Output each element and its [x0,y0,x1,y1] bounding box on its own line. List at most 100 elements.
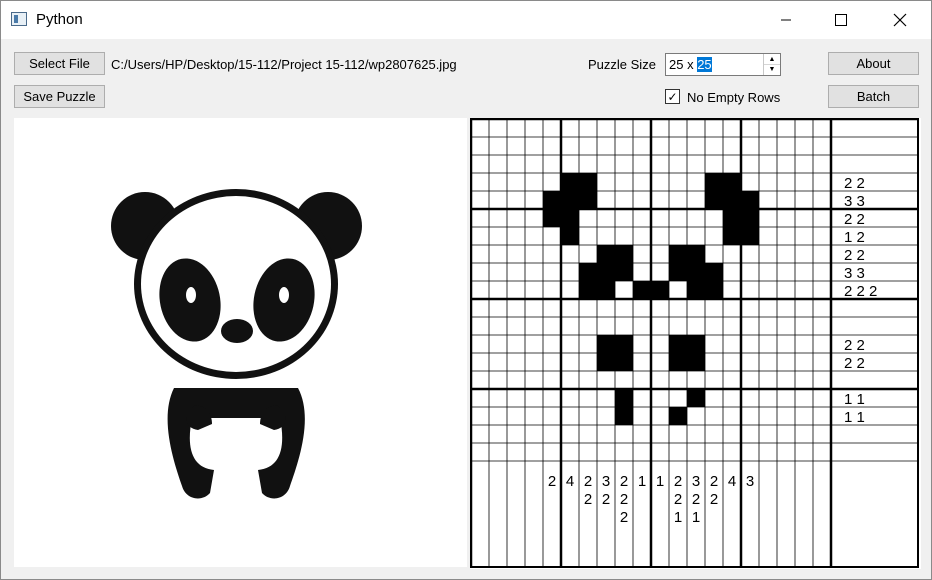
filled-cell[interactable] [669,335,687,353]
select-file-button[interactable]: Select File [14,52,105,75]
filled-cell[interactable] [687,353,705,371]
column-clue: 2 [710,491,718,508]
maximize-button[interactable] [818,1,864,39]
column-clue: 2 [674,491,682,508]
column-clue: 2 [584,473,592,490]
minimize-icon [781,19,791,21]
filled-cell[interactable] [633,281,651,299]
column-clue: 4 [566,473,574,490]
puzzle-grid-panel[interactable]: 2 23 32 21 22 23 32 2 22 22 21 11 124223… [469,117,921,569]
row-clue: 2 2 [844,211,865,228]
row-clue: 1 2 [844,229,865,246]
column-clue: 2 [620,473,628,490]
puzzle-size-label: Puzzle Size [588,57,656,72]
puzzle-size-spinbox[interactable]: 25 x 25 ▲ ▼ [665,53,781,76]
filled-cell[interactable] [561,191,579,209]
filled-cell[interactable] [615,245,633,263]
row-clue: 3 3 [844,193,865,210]
filled-cell[interactable] [543,209,561,227]
filled-cell[interactable] [597,263,615,281]
puzzle-size-value-selected: 25 [697,57,712,72]
filled-cell[interactable] [669,353,687,371]
filled-cell[interactable] [705,263,723,281]
filled-cell[interactable] [597,353,615,371]
filled-cell[interactable] [687,281,705,299]
filled-cell[interactable] [669,263,687,281]
filled-cell[interactable] [651,281,669,299]
filled-cell[interactable] [579,263,597,281]
python-app-icon [11,12,27,26]
column-clue: 4 [728,473,736,490]
maximize-icon [835,14,847,26]
column-clue: 3 [692,473,700,490]
filled-cell[interactable] [543,191,561,209]
column-clue: 3 [602,473,610,490]
filled-cell[interactable] [669,245,687,263]
filled-cell[interactable] [615,389,633,407]
column-clue: 1 [638,473,646,490]
filled-cell[interactable] [615,335,633,353]
filled-cell[interactable] [597,281,615,299]
filled-cell[interactable] [687,245,705,263]
row-clue: 2 2 2 [844,283,877,300]
puzzle-size-value-prefix: 25 x [669,57,698,72]
filled-cell[interactable] [705,281,723,299]
window-title: Python [36,11,83,28]
column-clue: 2 [548,473,556,490]
filled-cell[interactable] [669,407,687,425]
minimize-button[interactable] [763,1,809,39]
filled-cell[interactable] [597,245,615,263]
filled-cell[interactable] [615,263,633,281]
filled-cell[interactable] [705,191,723,209]
close-icon [893,13,907,27]
filled-cell[interactable] [741,227,759,245]
column-clue: 1 [692,509,700,526]
column-clue: 2 [620,509,628,526]
filled-cell[interactable] [579,173,597,191]
column-clue: 2 [674,473,682,490]
puzzle-size-value[interactable]: 25 x 25 [669,57,712,72]
column-clue: 2 [620,491,628,508]
file-path-label: C:/Users/HP/Desktop/15-112/Project 15-11… [111,57,457,72]
title-bar: Python [1,1,931,39]
close-button[interactable] [877,1,923,39]
spin-buttons: ▲ ▼ [763,54,780,75]
filled-cell[interactable] [723,173,741,191]
app-window: Python Select File Save Puzzle C:/Users/… [0,0,932,580]
row-clue: 2 2 [844,247,865,264]
filled-cell[interactable] [561,173,579,191]
filled-cell[interactable] [615,353,633,371]
column-clue: 1 [656,473,664,490]
spin-down-arrow-icon[interactable]: ▼ [764,64,780,74]
row-clue: 1 1 [844,409,865,426]
panda-image [111,189,362,499]
filled-cell[interactable] [579,191,597,209]
filled-cell[interactable] [615,407,633,425]
filled-cell[interactable] [561,227,579,245]
save-puzzle-button[interactable]: Save Puzzle [14,85,105,108]
filled-cell[interactable] [561,209,579,227]
filled-cell[interactable] [687,335,705,353]
filled-cell[interactable] [687,389,705,407]
no-empty-rows-checkbox[interactable]: ✓ [665,89,680,104]
filled-cell[interactable] [741,209,759,227]
row-clue: 2 2 [844,355,865,372]
filled-cell[interactable] [687,263,705,281]
column-clue: 2 [692,491,700,508]
filled-cell[interactable] [741,191,759,209]
filled-cell[interactable] [597,335,615,353]
row-clue: 2 2 [844,337,865,354]
column-clue: 2 [710,473,718,490]
about-button[interactable]: About [828,52,919,75]
filled-cell[interactable] [723,209,741,227]
filled-cell[interactable] [579,281,597,299]
batch-button[interactable]: Batch [828,85,919,108]
nonogram-grid[interactable]: 2 23 32 21 22 23 32 2 22 22 21 11 12 4 223… [469,117,921,569]
filled-cell[interactable] [705,173,723,191]
filled-cell[interactable] [723,227,741,245]
column-clue: 2 [602,491,610,508]
column-clue: 3 [746,473,754,490]
row-clue: 1 1 [844,391,865,408]
checkmark-icon: ✓ [667,89,678,104]
filled-cell[interactable] [723,191,741,209]
